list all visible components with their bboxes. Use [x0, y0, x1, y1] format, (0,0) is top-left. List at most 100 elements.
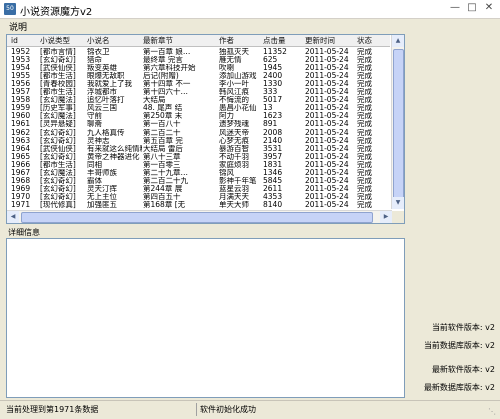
table-cell: 完成 — [357, 88, 372, 97]
table-cell: 2011-05-24 — [305, 200, 349, 209]
scroll-right-icon[interactable]: ▶ — [380, 211, 392, 223]
latest-software-version: 最新软件版本: v2 — [431, 365, 495, 374]
table-cell: 2011-05-24 — [305, 160, 349, 169]
maximize-icon[interactable]: □ — [465, 2, 479, 15]
table-cell: 4353 — [263, 192, 283, 201]
table-cell: 1955 — [11, 72, 31, 81]
scroll-left-icon[interactable]: ◀ — [7, 211, 19, 223]
table-cell: 完成 — [357, 120, 372, 129]
table-cell: [都市言情] — [40, 48, 76, 56]
horizontal-scrollbar[interactable]: ◀ ▶ — [7, 210, 392, 223]
table-cell: 1953 — [11, 56, 31, 65]
table-cell: 影神千年笔 — [219, 176, 257, 185]
table-cell: 8140 — [263, 200, 283, 209]
column-header[interactable]: 最新章节 — [143, 35, 218, 46]
table-cell: 心梦无痕 — [219, 136, 249, 145]
table-cell: 2011-05-24 — [305, 48, 349, 56]
table-cell: 第244章 展 — [143, 184, 183, 193]
table-cell: 5017 — [263, 96, 283, 105]
horizontal-scroll-thumb[interactable] — [21, 212, 373, 223]
table-cell: [灵异悬疑] — [40, 120, 76, 129]
table-cell: 雁无情 — [219, 56, 242, 65]
table-cell: 1964 — [11, 144, 31, 153]
table-cell: 1963 — [11, 136, 31, 145]
column-header[interactable]: 作者 — [219, 35, 262, 46]
menu-bar: 说明 — [0, 19, 500, 33]
table-cell: 2011-05-24 — [305, 96, 349, 105]
table-cell: 完成 — [357, 192, 372, 201]
close-icon[interactable]: ✕ — [482, 2, 496, 15]
table-cell: 1967 — [11, 168, 31, 177]
table-cell: 1960 — [11, 112, 31, 121]
column-header[interactable]: 更新时间 — [305, 35, 357, 46]
resize-grip-icon[interactable]: ⋱ — [488, 407, 498, 417]
table-cell: 有来就这么纯情精 — [87, 144, 142, 153]
novel-data-grid[interactable]: id 小说类型 小说名 最新章节 作者 点击量 更新时间 状态 1952 [都市言情] 锦衣卫 第一… — [6, 34, 405, 224]
column-header[interactable]: 小说类型 — [40, 35, 86, 46]
column-header[interactable]: 小说名 — [87, 35, 142, 46]
table-cell: 完成 — [357, 200, 372, 209]
detail-text-area[interactable] — [6, 238, 405, 398]
column-header[interactable]: 点击量 — [263, 35, 303, 46]
table-cell: 2011-05-24 — [305, 128, 349, 137]
table-cell: 1330 — [263, 80, 283, 89]
table-cell: 暴游百智 — [219, 144, 249, 153]
table-cell: 1831 — [263, 160, 283, 169]
table-cell: 第一百章 娘… — [143, 48, 191, 56]
table-cell: 完成 — [357, 48, 372, 56]
table-cell: [都市生活] — [40, 88, 76, 97]
table-cell: 第四百五十 — [143, 192, 181, 201]
minimize-icon[interactable]: — — [448, 2, 462, 15]
table-cell: 2400 — [263, 72, 283, 81]
table-cell: [玄幻魔法] — [40, 168, 76, 177]
table-cell: 无上主位 — [87, 192, 117, 201]
table-cell: 大结局 — [143, 96, 166, 105]
table-cell: 愚昌小花仙 — [219, 104, 257, 113]
table-cell: [历史军事] — [40, 104, 76, 113]
table-cell: 完成 — [357, 152, 372, 161]
table-cell: 1346 — [263, 168, 283, 177]
scroll-up-icon[interactable]: ▲ — [392, 35, 404, 47]
scroll-down-icon[interactable]: ▼ — [392, 197, 404, 209]
table-cell: 单天大师 — [219, 200, 249, 209]
table-cell: 家庭烦羽 — [219, 160, 249, 169]
status-progress: 当前处理到第1971条数据 — [6, 405, 99, 414]
table-cell: 灵神志 — [87, 136, 110, 145]
menu-item-help[interactable]: 说明 — [9, 20, 27, 33]
table-cell: 第五百章 完 — [143, 136, 183, 145]
table-cell: 蓝星云羽 — [219, 184, 249, 193]
table-cell: [玄幻奇幻] — [40, 128, 76, 137]
table-cell: 1958 — [11, 96, 31, 105]
table-cell: 第二百二十九 — [143, 176, 188, 185]
table-cell: 锦风 — [219, 168, 234, 177]
table-cell: 1971 — [11, 200, 31, 209]
table-cell: 丰哥师族 — [87, 168, 117, 177]
vertical-scroll-thumb[interactable] — [393, 49, 404, 201]
table-cell: 完成 — [357, 96, 372, 105]
table-cell: 黄帝之神器进化 — [87, 152, 140, 161]
table-cell: 2011-05-24 — [305, 56, 349, 65]
table-cell: 叛变英雄 — [87, 64, 117, 73]
table-cell: 2011-05-24 — [305, 88, 349, 97]
table-cell: 完成 — [357, 176, 372, 185]
table-cell: 5845 — [263, 176, 283, 185]
table-cell: 追忆叶落打 — [87, 96, 125, 105]
column-header[interactable]: id — [11, 35, 39, 46]
window-controls: — □ ✕ — [448, 2, 496, 15]
table-cell: 完成 — [357, 144, 372, 153]
column-header[interactable]: 状态 — [357, 35, 387, 46]
table-cell: 2011-05-24 — [305, 184, 349, 193]
table-cell: 1957 — [11, 88, 31, 97]
table-cell: 2011-05-24 — [305, 144, 349, 153]
table-cell: 1965 — [11, 152, 31, 161]
table-cell: 1623 — [263, 112, 283, 121]
vertical-scrollbar[interactable]: ▲ ▼ — [391, 35, 404, 209]
table-cell: 2011-05-24 — [305, 104, 349, 113]
table-cell: [都市生活] — [40, 72, 76, 81]
table-cell: 1970 — [11, 192, 31, 201]
table-cell: 第六章科技开始 — [143, 64, 196, 73]
table-cell: 不动千羽 — [219, 152, 249, 161]
table-cell: 完成 — [357, 80, 372, 89]
status-message: 软件初始化成功 — [200, 405, 256, 414]
table-cell: 吹喇 — [219, 64, 234, 73]
